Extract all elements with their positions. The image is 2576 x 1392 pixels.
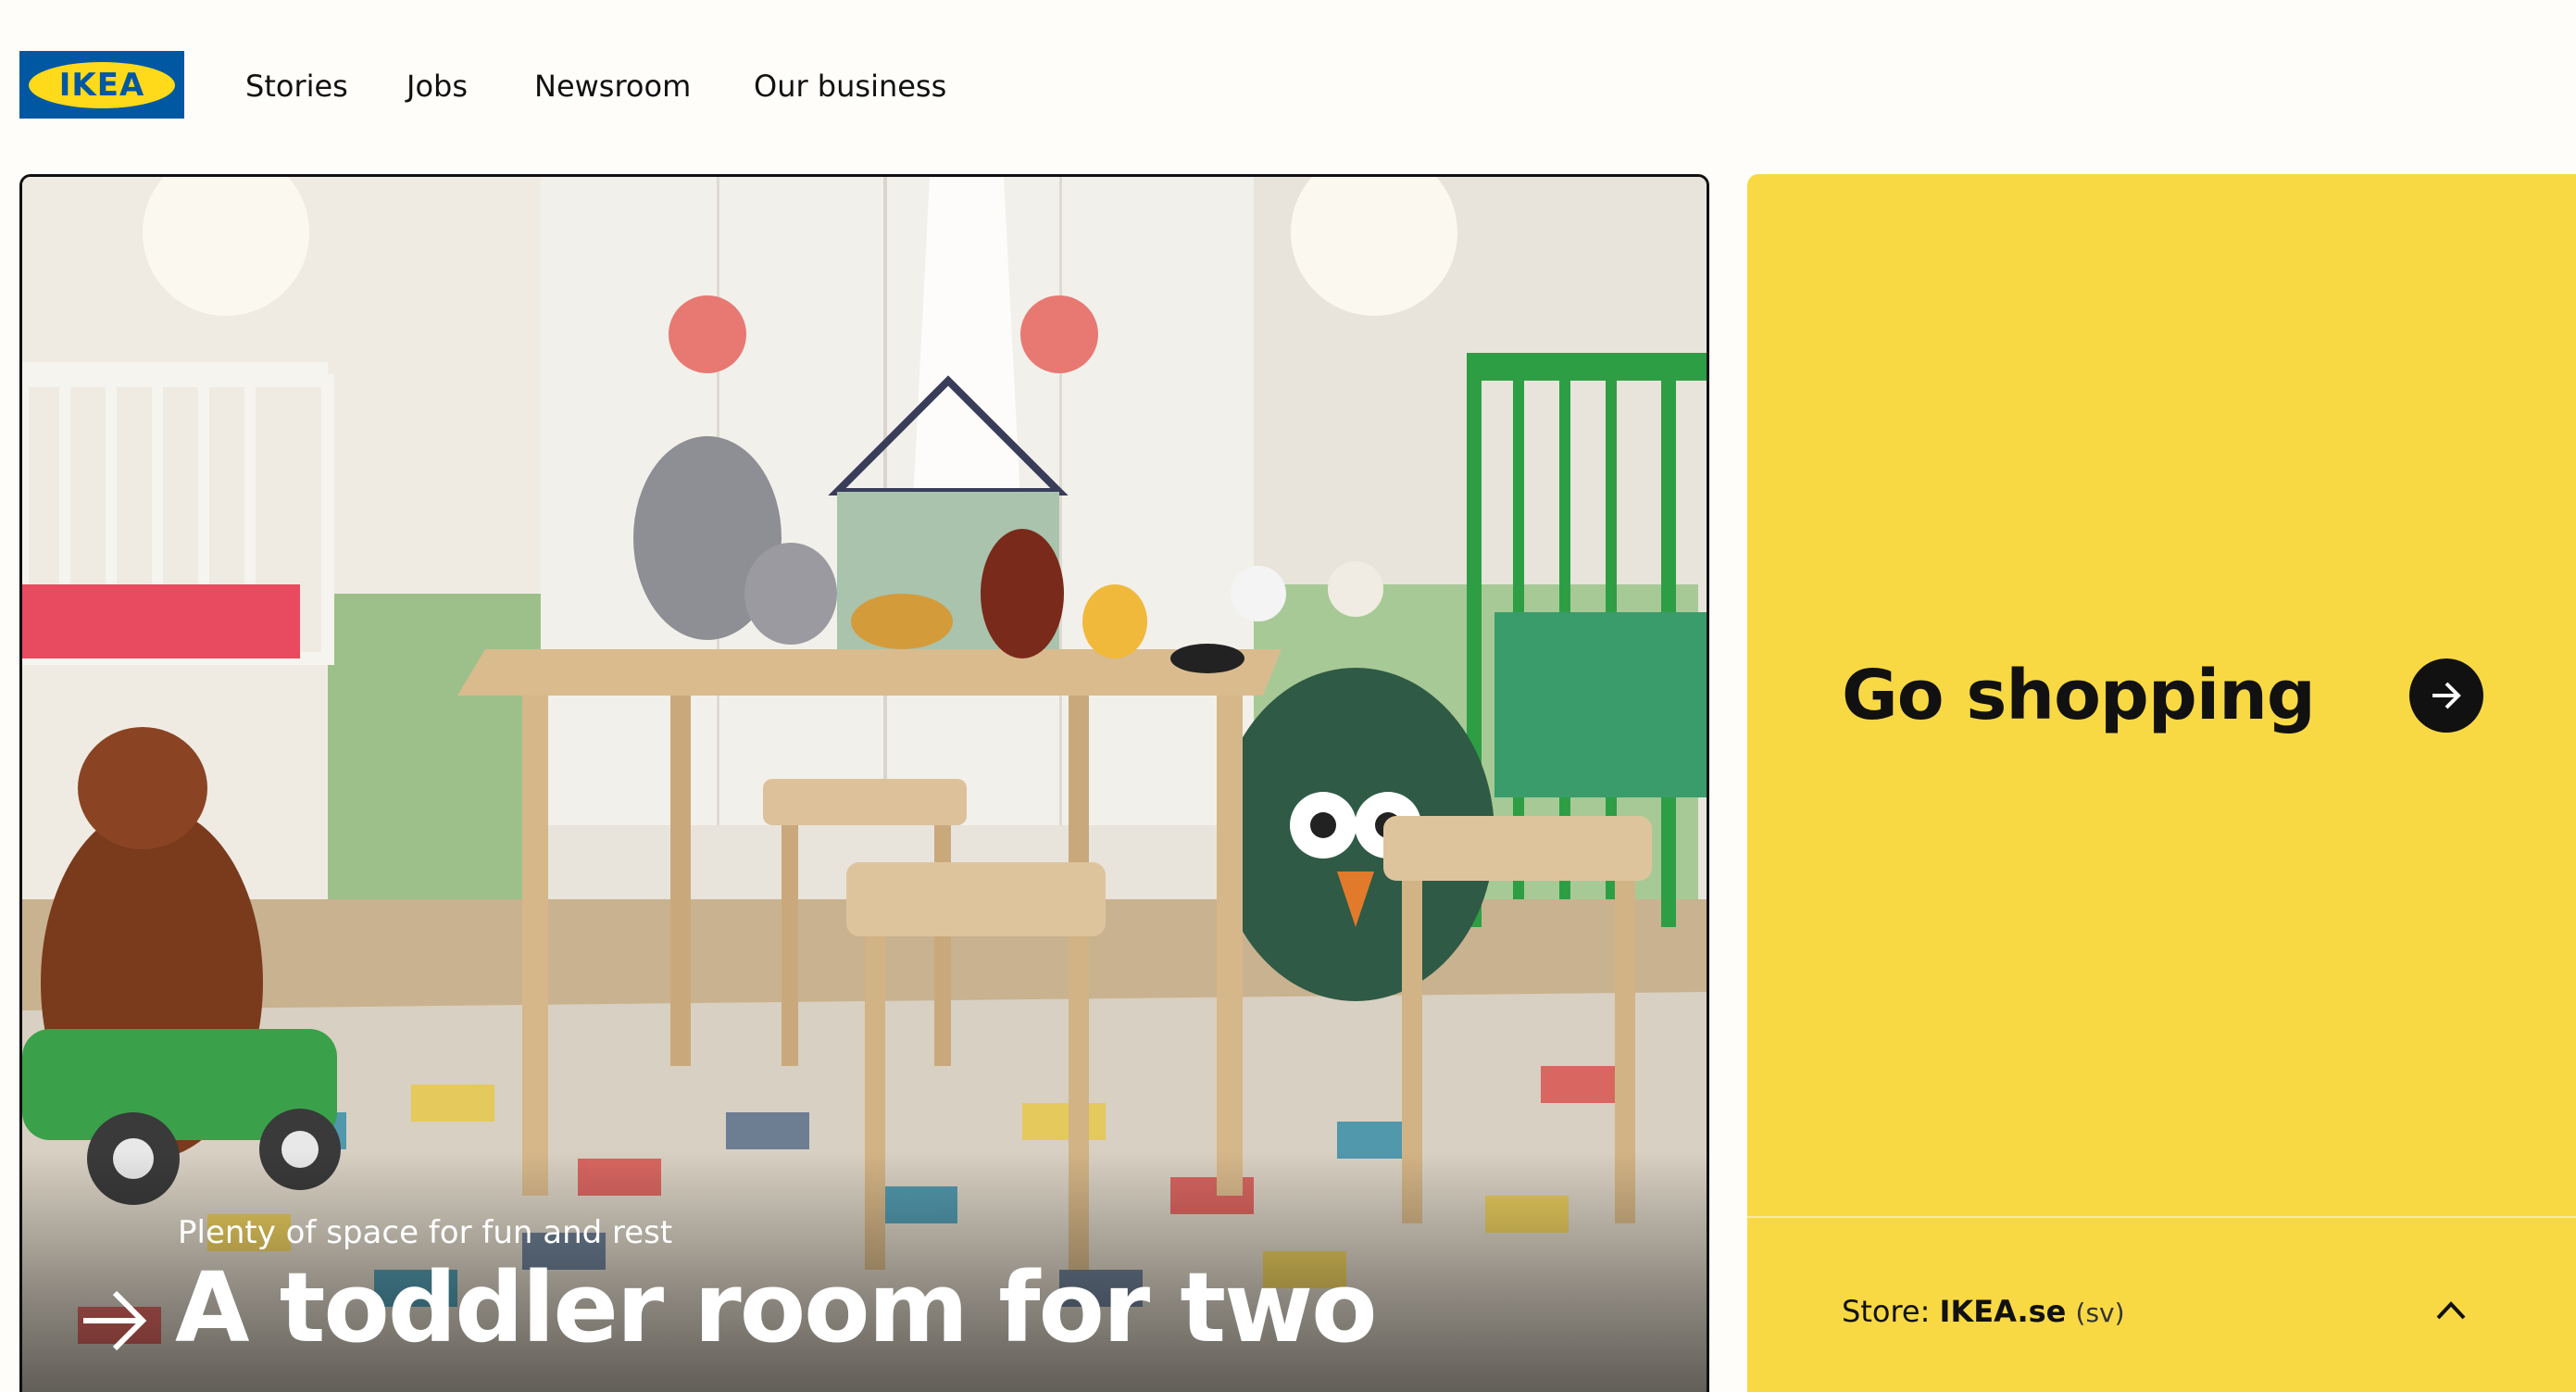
hero-title[interactable]: A toddler room for two xyxy=(175,1251,1378,1364)
store-language: (sv) xyxy=(2075,1298,2125,1328)
nav-our-business[interactable]: Our business xyxy=(754,65,946,107)
shopping-card: Go shopping Store: IKEA.se (sv) xyxy=(1747,174,2576,1392)
ikea-logo[interactable]: IKEA xyxy=(19,51,184,119)
nav-newsroom[interactable]: Newsroom xyxy=(534,65,691,107)
logo-text: IKEA xyxy=(58,66,145,104)
store-selector-text: Store: IKEA.se (sv) xyxy=(1842,1294,2125,1329)
hero-story-card[interactable]: Plenty of space for fun and rest A toddl… xyxy=(19,174,1709,1392)
store-label: Store: xyxy=(1842,1294,1931,1329)
go-shopping-title: Go shopping xyxy=(1842,656,2316,735)
chevron-up-icon[interactable] xyxy=(2432,1292,2470,1329)
store-selector[interactable]: Store: IKEA.se (sv) xyxy=(1747,1218,2576,1392)
go-shopping-arrow-button[interactable] xyxy=(2409,658,2483,733)
hero-subtitle: Plenty of space for fun and rest xyxy=(178,1214,673,1251)
logo-oval: IKEA xyxy=(29,61,175,108)
arrow-right-icon xyxy=(2432,682,2461,709)
nav-stories[interactable]: Stories xyxy=(245,65,348,107)
top-navigation-bar: IKEA Stories Jobs Newsroom Our business xyxy=(0,0,2576,167)
arrow-right-icon xyxy=(83,1290,147,1351)
go-shopping-link[interactable]: Go shopping xyxy=(1747,174,2576,1216)
nav-jobs[interactable]: Jobs xyxy=(406,65,468,107)
store-name: IKEA.se xyxy=(1939,1294,2067,1329)
